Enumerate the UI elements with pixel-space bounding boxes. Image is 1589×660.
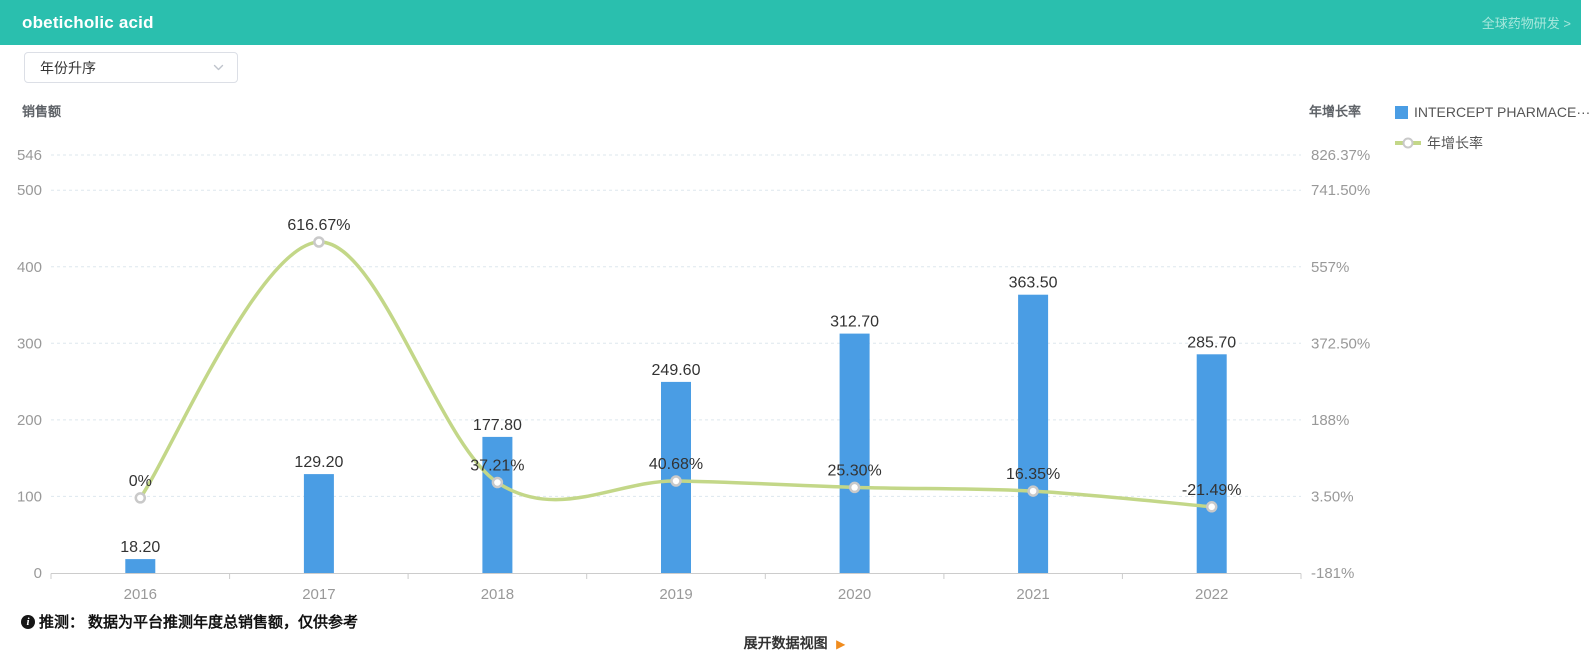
bar-value-label: 177.80 [473, 417, 522, 434]
bar-2016[interactable] [125, 559, 155, 573]
line-value-label: 25.30% [827, 462, 881, 479]
chart-plot-area: 0 100 200 300 400 500 546 -181% 3.50% 188% 372.50%… [0, 0, 1589, 660]
x-axis-label-2021: 2021 [1016, 586, 1049, 603]
line-point-2019[interactable] [672, 477, 681, 486]
right-axis-tick-label: 826.37% [1311, 147, 1370, 164]
info-icon: i [21, 615, 35, 629]
line-value-label: 16.35% [1006, 466, 1060, 483]
left-axis-tick-label: 400 [17, 259, 42, 276]
bar-2021[interactable] [1018, 295, 1048, 573]
x-axis-label-2016: 2016 [124, 586, 157, 603]
line-point-2022[interactable] [1207, 502, 1216, 511]
line-value-label: 0% [129, 473, 152, 490]
left-axis-tick-label: 100 [17, 488, 42, 505]
estimate-note-prefix: 推测： [39, 611, 84, 632]
bar-value-label: 363.50 [1009, 275, 1058, 292]
left-axis-tick-label: 300 [17, 335, 42, 352]
right-axis-tick-label: 741.50% [1311, 182, 1370, 199]
right-axis-tick-label: 372.50% [1311, 335, 1370, 352]
estimate-note-text: 数据为平台推测年度总销售额，仅供参考 [88, 611, 358, 632]
bar-2022[interactable] [1197, 354, 1227, 573]
expand-data-view-label: 展开数据视图 [744, 635, 828, 651]
line-value-label: -21.49% [1182, 482, 1242, 499]
right-axis-tick-label: -181% [1311, 565, 1354, 582]
line-value-label: 616.67% [287, 217, 350, 234]
line-point-2016[interactable] [136, 493, 145, 502]
left-axis-tick-label: 546 [17, 147, 42, 164]
estimate-note: i 推测： 数据为平台推测年度总销售额，仅供参考 [21, 611, 358, 632]
bar-value-label: 18.20 [120, 539, 160, 556]
bar-value-label: 249.60 [652, 362, 701, 379]
left-axis-tick-label: 500 [17, 182, 42, 199]
right-axis-tick-label: 188% [1311, 412, 1349, 429]
bar-value-label: 312.70 [830, 314, 879, 331]
expand-arrow-icon: ▶ [836, 637, 845, 651]
bar-value-label: 285.70 [1187, 334, 1236, 351]
bar-2020[interactable] [840, 334, 870, 573]
line-point-2020[interactable] [850, 483, 859, 492]
expand-data-view-button[interactable]: 展开数据视图 ▶ [0, 633, 1589, 653]
left-axis-tick-label: 0 [34, 565, 42, 582]
right-axis-tick-label: 3.50% [1311, 488, 1354, 505]
right-axis-tick-label: 557% [1311, 259, 1349, 276]
line-point-2021[interactable] [1029, 487, 1038, 496]
x-axis-label-2022: 2022 [1195, 586, 1228, 603]
x-axis-label-2018: 2018 [481, 586, 514, 603]
line-value-label: 37.21% [470, 458, 524, 475]
left-axis-tick-label: 200 [17, 412, 42, 429]
bar-value-label: 129.20 [294, 454, 343, 471]
line-point-2017[interactable] [314, 238, 323, 247]
line-point-2018[interactable] [493, 478, 502, 487]
x-axis-label-2017: 2017 [302, 586, 335, 603]
line-value-label: 40.68% [649, 456, 703, 473]
x-axis-label-2019: 2019 [659, 586, 692, 603]
x-axis-label-2020: 2020 [838, 586, 871, 603]
bar-2017[interactable] [304, 474, 334, 573]
